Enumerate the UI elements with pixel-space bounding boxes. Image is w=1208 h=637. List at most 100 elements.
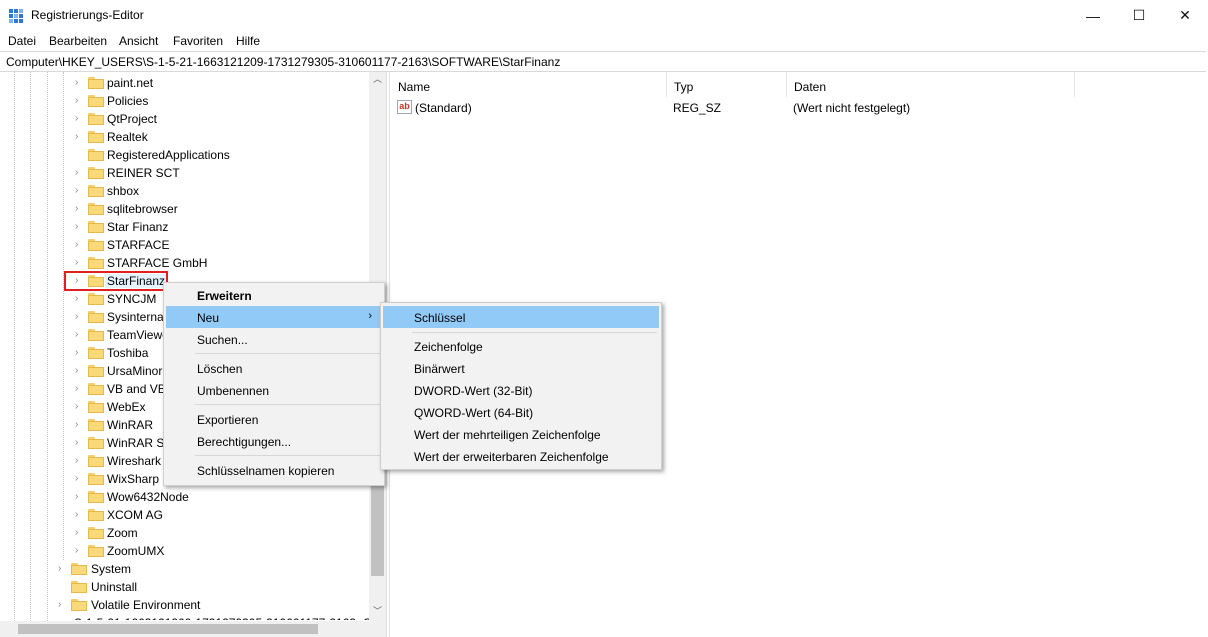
expand-chevron-icon[interactable]: › bbox=[75, 311, 85, 323]
ctx-umbenennen[interactable]: Umbenennen bbox=[166, 379, 382, 401]
ctx-exportieren[interactable]: Exportieren bbox=[166, 408, 382, 430]
address-bar[interactable]: Computer\HKEY_USERS\S-1-5-21-1663121209-… bbox=[0, 51, 1206, 72]
value-row-standard[interactable]: ab (Standard) REG_SZ (Wert nicht festgel… bbox=[391, 97, 1208, 117]
tree-item-label: System bbox=[91, 562, 132, 576]
tree-item[interactable]: › paint.net bbox=[0, 74, 370, 92]
ctx-schluesselnamen-kopieren[interactable]: Schlüsselnamen kopieren bbox=[166, 459, 382, 481]
expand-chevron-icon[interactable]: › bbox=[75, 185, 85, 197]
menu-ansicht[interactable]: Ansicht bbox=[119, 34, 158, 48]
minimize-button[interactable]: — bbox=[1070, 0, 1116, 31]
folder-icon bbox=[88, 401, 104, 413]
column-name[interactable]: Name bbox=[391, 72, 667, 97]
expand-chevron-icon[interactable]: › bbox=[75, 545, 85, 557]
tree-item[interactable]: › REINER SCT bbox=[0, 164, 370, 182]
sub-schluessel-label: Schlüssel bbox=[414, 311, 466, 325]
ctx-suchen[interactable]: Suchen... bbox=[166, 328, 382, 350]
scroll-down-arrow-icon[interactable]: ﹀ bbox=[373, 604, 382, 617]
sub-qword[interactable]: QWORD-Wert (64-Bit) bbox=[383, 401, 659, 423]
expand-chevron-icon[interactable]: › bbox=[75, 419, 85, 431]
tree-item[interactable]: Uninstall bbox=[0, 578, 370, 596]
expand-chevron-icon[interactable]: › bbox=[75, 365, 85, 377]
tree-item-partial[interactable]: S-1-5-21-1663121209-1731279305-310601177… bbox=[0, 614, 370, 620]
sub-multi-string[interactable]: Wert der mehrteiligen Zeichenfolge bbox=[383, 423, 659, 445]
expand-chevron-icon[interactable]: › bbox=[75, 509, 85, 521]
tree-item-label: Volatile Environment bbox=[91, 598, 201, 612]
folder-icon bbox=[88, 437, 104, 449]
ctx-berechtigungen[interactable]: Berechtigungen... bbox=[166, 430, 382, 452]
sub-zeichenfolge[interactable]: Zeichenfolge bbox=[383, 335, 659, 357]
expand-chevron-icon[interactable]: › bbox=[75, 473, 85, 485]
tree-item[interactable]: › Volatile Environment bbox=[0, 596, 370, 614]
expand-chevron-icon[interactable]: › bbox=[75, 131, 85, 143]
tree-item[interactable]: › Zoom bbox=[0, 524, 370, 542]
expand-chevron-icon[interactable]: › bbox=[75, 293, 85, 305]
ctx-loeschen[interactable]: Löschen bbox=[166, 357, 382, 379]
expand-chevron-icon[interactable]: › bbox=[75, 203, 85, 215]
value-data: (Wert nicht festgelegt) bbox=[793, 101, 911, 115]
column-type-label: Typ bbox=[674, 80, 694, 94]
tree-item[interactable]: › ZoomUMX bbox=[0, 542, 370, 560]
expand-chevron-icon[interactable]: › bbox=[75, 401, 85, 413]
sub-expand-string[interactable]: Wert der erweiterbaren Zeichenfolge bbox=[383, 445, 659, 467]
tree-item[interactable]: › XCOM AG bbox=[0, 506, 370, 524]
expand-chevron-icon[interactable]: › bbox=[75, 455, 85, 467]
tree-scroll-thumb[interactable] bbox=[371, 480, 384, 576]
expand-chevron-icon[interactable]: › bbox=[75, 257, 85, 269]
tree-hscroll-thumb[interactable] bbox=[18, 624, 318, 634]
scroll-up-arrow-icon[interactable]: ︿ bbox=[373, 72, 382, 85]
expand-chevron-icon[interactable]: › bbox=[75, 95, 85, 107]
ctx-erweitern[interactable]: Erweitern bbox=[166, 284, 382, 306]
tree-item-label: WinRAR bbox=[107, 418, 154, 432]
expand-chevron-icon[interactable]: › bbox=[75, 77, 85, 89]
ctx-neu[interactable]: Neu › bbox=[166, 306, 382, 328]
minimize-icon: — bbox=[1086, 7, 1100, 24]
sub-binaerwert[interactable]: Binärwert bbox=[383, 357, 659, 379]
menu-datei[interactable]: Datei bbox=[8, 34, 36, 48]
folder-icon bbox=[88, 77, 104, 89]
menu-hilfe[interactable]: Hilfe bbox=[236, 34, 260, 48]
folder-icon bbox=[88, 455, 104, 467]
expand-chevron-icon[interactable]: › bbox=[75, 221, 85, 233]
tree-item-label: Uninstall bbox=[91, 580, 138, 594]
sub-dword-label: DWORD-Wert (32-Bit) bbox=[414, 384, 533, 398]
expand-chevron-icon[interactable]: › bbox=[75, 329, 85, 341]
tree-item[interactable]: › Wow6432Node bbox=[0, 488, 370, 506]
tree-horizontal-scrollbar[interactable] bbox=[0, 621, 386, 637]
column-type[interactable]: Typ bbox=[667, 72, 787, 97]
expand-chevron-icon[interactable]: › bbox=[75, 347, 85, 359]
expand-chevron-icon[interactable]: › bbox=[75, 383, 85, 395]
tree-item[interactable]: › QtProject bbox=[0, 110, 370, 128]
close-button[interactable]: ✕ bbox=[1162, 0, 1208, 31]
expand-chevron-icon[interactable]: › bbox=[75, 239, 85, 251]
expand-chevron-icon[interactable]: › bbox=[58, 599, 68, 611]
expand-chevron-icon[interactable]: › bbox=[58, 563, 68, 575]
tree-item[interactable]: › Policies bbox=[0, 92, 370, 110]
context-menu: Erweitern Neu › Suchen... Löschen Umbenen… bbox=[163, 282, 385, 486]
tree-item[interactable]: › Star Finanz bbox=[0, 218, 370, 236]
expand-chevron-icon[interactable]: › bbox=[75, 527, 85, 539]
sub-schluessel[interactable]: Schlüssel bbox=[383, 306, 659, 328]
menu-bearbeiten[interactable]: Bearbeiten bbox=[49, 34, 107, 48]
sub-expand-string-label: Wert der erweiterbaren Zeichenfolge bbox=[414, 450, 609, 464]
expand-chevron-icon[interactable]: › bbox=[75, 491, 85, 503]
tree-item[interactable]: › sqlitebrowser bbox=[0, 200, 370, 218]
tree-item[interactable]: › System bbox=[0, 560, 370, 578]
tree-item[interactable]: › shbox bbox=[0, 182, 370, 200]
sub-dword[interactable]: DWORD-Wert (32-Bit) bbox=[383, 379, 659, 401]
folder-icon bbox=[88, 95, 104, 107]
tree-item[interactable]: › STARFACE GmbH bbox=[0, 254, 370, 272]
menu-favoriten[interactable]: Favoriten bbox=[173, 34, 223, 48]
column-data[interactable]: Daten bbox=[787, 72, 1075, 97]
expand-chevron-icon[interactable]: › bbox=[75, 437, 85, 449]
tree-item[interactable]: RegisteredApplications bbox=[0, 146, 370, 164]
menu-separator bbox=[195, 455, 380, 456]
tree-item[interactable]: › Realtek bbox=[0, 128, 370, 146]
expand-chevron-icon[interactable]: › bbox=[75, 167, 85, 179]
tree-item-label: XCOM AG bbox=[107, 508, 164, 522]
tree-item[interactable]: › STARFACE bbox=[0, 236, 370, 254]
tree-item-label: sqlitebrowser bbox=[107, 202, 178, 216]
expand-chevron-icon[interactable]: › bbox=[75, 113, 85, 125]
maximize-button[interactable]: ☐ bbox=[1116, 0, 1162, 31]
folder-icon bbox=[71, 563, 87, 575]
column-name-label: Name bbox=[398, 80, 431, 94]
